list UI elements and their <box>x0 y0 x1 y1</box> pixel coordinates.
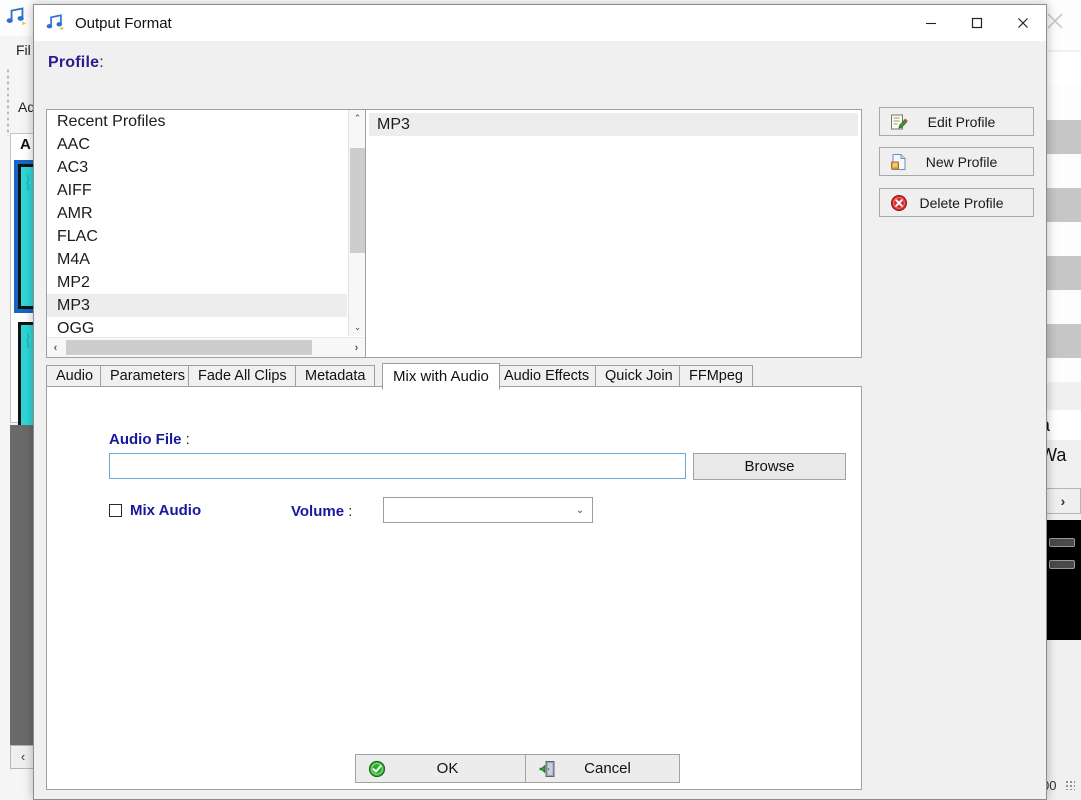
preview-bar <box>1049 538 1075 547</box>
close-icon[interactable] <box>1044 10 1066 32</box>
list-row <box>1046 324 1081 358</box>
resize-grip-icon[interactable] <box>1065 780 1075 790</box>
minimize-button[interactable] <box>908 5 954 41</box>
minimize-icon <box>926 22 936 25</box>
volume-label-colon: : <box>348 503 353 520</box>
profile-detail-box[interactable]: MP3 <box>365 109 862 358</box>
list-row <box>1046 358 1081 382</box>
scroll-left-button[interactable]: ‹ <box>47 338 64 357</box>
music-note-icon <box>6 7 27 26</box>
ok-label: OK <box>436 760 459 777</box>
list-item-selected[interactable]: MP3 <box>47 294 347 317</box>
scroll-up-button[interactable]: ⌃ <box>349 110 366 127</box>
preview-bar <box>1049 560 1075 569</box>
chevron-down-icon[interactable]: ⌄ <box>568 505 592 516</box>
tab-quick-join[interactable]: Quick Join <box>595 365 683 387</box>
list-item[interactable]: AC3 <box>47 156 347 179</box>
dialog-title: Output Format <box>75 14 172 32</box>
tab-mix-with-audio[interactable]: Mix with Audio <box>382 363 500 390</box>
list-item[interactable]: FLAC <box>47 225 347 248</box>
background-preview-area <box>1045 520 1081 640</box>
profile-detail-item[interactable]: MP3 <box>369 113 858 136</box>
list-row <box>1046 188 1081 222</box>
tab-audio-effects[interactable]: Audio Effects <box>494 365 600 387</box>
tab-parameters[interactable]: Parameters <box>100 365 195 387</box>
exit-door-icon <box>539 760 555 777</box>
close-icon <box>1018 18 1028 28</box>
profile-list[interactable]: Recent Profiles AAC AC3 AIFF AMR FLAC M4… <box>46 109 366 358</box>
list-row <box>1046 256 1081 290</box>
list-item[interactable]: OGG <box>47 317 347 335</box>
browse-label: Browse <box>744 458 795 475</box>
list-row <box>1046 154 1081 188</box>
ok-button[interactable]: OK <box>355 754 530 783</box>
tab-bar: Audio Parameters Fade All Clips Metadata… <box>46 363 862 390</box>
new-profile-label: New Profile <box>925 153 998 170</box>
list-item[interactable]: AIFF <box>47 179 347 202</box>
vertical-scrollbar-thumb[interactable] <box>350 148 365 253</box>
volume-dropdown[interactable]: ⌄ <box>383 497 593 523</box>
background-scroll-right-button[interactable]: › <box>1045 488 1081 514</box>
maximize-button[interactable] <box>954 5 1000 41</box>
audio-file-label-text: Audio File <box>109 431 182 448</box>
list-item[interactable]: M4A <box>47 248 347 271</box>
cancel-button[interactable]: Cancel <box>525 754 680 783</box>
background-list[interactable] <box>1045 52 1081 382</box>
mix-audio-checkbox-row[interactable]: Mix Audio <box>109 502 201 519</box>
volume-label: Volume : <box>291 503 352 520</box>
scroll-right-button[interactable]: › <box>348 338 365 357</box>
profile-label-colon: : <box>99 54 104 71</box>
new-document-icon <box>891 153 906 170</box>
delete-profile-label: Delete Profile <box>919 194 1004 211</box>
new-profile-button[interactable]: New Profile <box>879 147 1034 176</box>
list-item[interactable]: MP2 <box>47 271 347 294</box>
profile-label-text: Profile <box>48 54 100 71</box>
dialog-body: Profile: Recent Profiles AAC AC3 AIFF AM… <box>34 41 1046 800</box>
green-check-icon <box>368 760 386 777</box>
tab-ffmpeg[interactable]: FFMpeg <box>679 365 753 387</box>
music-note-icon <box>46 14 65 31</box>
mix-audio-label: Mix Audio <box>130 502 202 519</box>
volume-label-text: Volume <box>291 503 345 520</box>
edit-profile-label: Edit Profile <box>927 113 996 130</box>
screen: Fil Ad A ‹ Wa › 00 Output Format Profile… <box>0 0 1081 800</box>
list-row <box>1046 52 1081 86</box>
list-item[interactable]: AAC <box>47 133 347 156</box>
audio-file-label-colon: : <box>185 431 190 448</box>
horizontal-scrollbar[interactable]: ‹ › <box>47 337 365 357</box>
list-row <box>1046 290 1081 324</box>
browse-button[interactable]: Browse <box>693 453 846 480</box>
tab-metadata[interactable]: Metadata <box>295 365 376 387</box>
list-item[interactable]: AMR <box>47 202 347 225</box>
list-row <box>1046 86 1081 120</box>
maximize-icon <box>971 17 983 29</box>
audio-file-label: Audio File : <box>109 431 190 448</box>
vertical-scrollbar[interactable]: ⌃ ⌄ <box>348 110 366 336</box>
close-button[interactable] <box>1000 5 1046 41</box>
edit-note-icon <box>891 114 908 129</box>
scroll-down-button[interactable]: ⌄ <box>349 319 366 336</box>
profile-list-items: Recent Profiles AAC AC3 AIFF AMR FLAC M4… <box>47 110 347 335</box>
mix-with-audio-panel: Audio File : Browse Mix Audio Volume : ⌄ <box>46 386 862 790</box>
list-row <box>1046 120 1081 154</box>
cancel-label: Cancel <box>584 760 631 777</box>
mix-audio-checkbox[interactable] <box>109 504 122 517</box>
delete-profile-button[interactable]: Delete Profile <box>879 188 1034 217</box>
delete-circle-icon <box>891 194 907 211</box>
horizontal-scrollbar-thumb[interactable] <box>66 340 312 355</box>
edit-profile-button[interactable]: Edit Profile <box>879 107 1034 136</box>
profile-section-label: Profile: <box>48 54 104 72</box>
tab-fade-all-clips[interactable]: Fade All Clips <box>188 365 297 387</box>
list-row <box>1046 222 1081 256</box>
dialog-titlebar[interactable]: Output Format <box>34 5 1046 41</box>
window-controls <box>908 5 1046 41</box>
audio-file-input[interactable] <box>109 453 686 479</box>
tab-audio[interactable]: Audio <box>46 365 104 387</box>
output-format-dialog: Output Format Profile: Recent Profiles A… <box>33 4 1047 800</box>
list-item[interactable]: Recent Profiles <box>47 110 347 133</box>
